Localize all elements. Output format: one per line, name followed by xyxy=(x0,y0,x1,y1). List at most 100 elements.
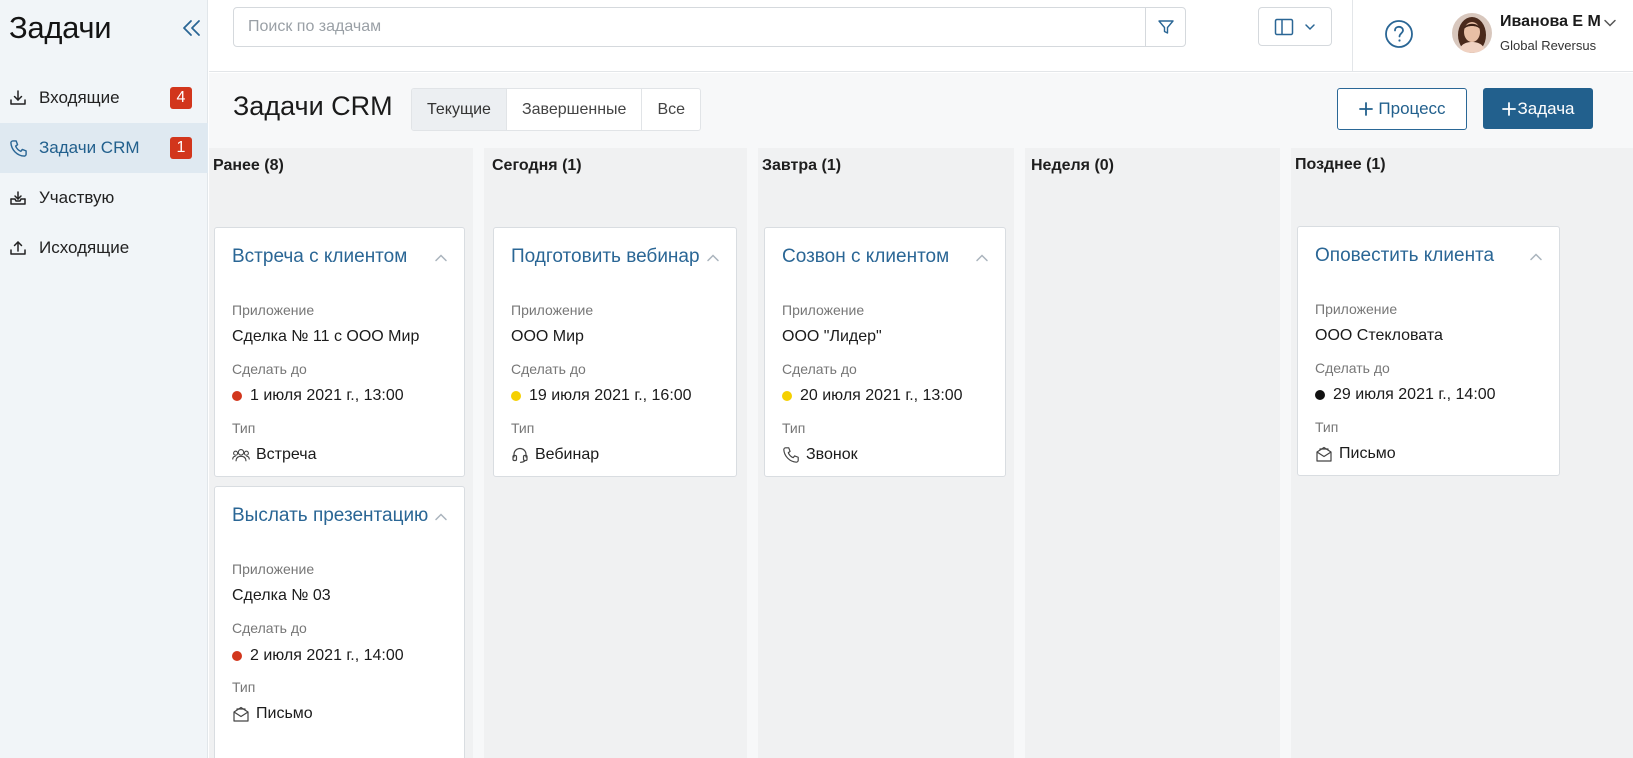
task-card[interactable]: Встреча с клиентом Приложение Сделка № 1… xyxy=(214,227,465,477)
tray-icon xyxy=(9,188,29,208)
sidebar: Задачи Входящие 4 Задачи CRM 1 Участвую … xyxy=(0,0,208,758)
column-earlier: Ранее (8) Встреча с клиентом Приложение … xyxy=(209,148,473,758)
inbox-download-icon xyxy=(9,88,29,108)
column-today: Сегодня (1) Подготовить вебинар Приложен… xyxy=(484,148,747,758)
type-label: Тип xyxy=(232,679,256,695)
headset-icon xyxy=(511,446,529,464)
app-value: Сделка № 03 xyxy=(232,587,331,604)
task-card[interactable]: Выслать презентацию Приложение Сделка № … xyxy=(214,486,465,758)
task-title[interactable]: Выслать презентацию xyxy=(232,505,428,527)
add-process-label: Процесс xyxy=(1378,99,1446,118)
phone-icon xyxy=(9,138,29,158)
chevron-up-icon xyxy=(1530,253,1542,261)
sidebar-item-label: Участвую xyxy=(39,188,115,207)
sidebar-title: Задачи xyxy=(9,10,112,45)
envelope-icon xyxy=(232,705,250,723)
chevron-up-icon xyxy=(976,254,988,262)
due-date: 19 июля 2021 г., 16:00 xyxy=(529,387,692,404)
type-text: Вебинар xyxy=(535,446,600,463)
sidebar-item-label: Исходящие xyxy=(39,238,130,257)
due-value: 20 июля 2021 г., 13:00 xyxy=(782,387,963,405)
columns-layout-icon xyxy=(1274,18,1294,35)
due-value: 29 июля 2021 г., 14:00 xyxy=(1315,386,1496,404)
sidebar-item-label: Задачи CRM xyxy=(39,138,140,157)
task-title[interactable]: Оповестить клиента xyxy=(1315,245,1494,267)
task-title[interactable]: Подготовить вебинар xyxy=(511,246,700,268)
column-later: Позднее (1) Оповестить клиента Приложени… xyxy=(1291,148,1633,758)
collapse-card-button[interactable] xyxy=(434,509,448,521)
type-label: Тип xyxy=(511,420,535,436)
avatar[interactable] xyxy=(1452,13,1492,53)
page-title: Задачи CRM xyxy=(233,91,393,121)
type-value: Звонок xyxy=(782,446,858,464)
column-title: Сегодня (1) xyxy=(492,157,582,174)
app-value: ООО Мир xyxy=(511,328,584,345)
due-label: Сделать до xyxy=(511,361,586,377)
chevron-up-icon xyxy=(435,254,447,262)
filter-button[interactable] xyxy=(1145,8,1185,46)
sidebar-item-crm-tasks[interactable]: Задачи CRM 1 xyxy=(0,123,208,173)
main-content: Задачи CRM Текущие Завершенные Все Проце… xyxy=(209,73,1633,758)
type-value: Письмо xyxy=(1315,445,1396,463)
type-text: Письмо xyxy=(1339,445,1396,462)
status-dot xyxy=(232,651,242,661)
count-badge: 4 xyxy=(170,87,192,109)
collapse-card-button[interactable] xyxy=(434,250,448,262)
search-input[interactable] xyxy=(234,8,1145,46)
phone-icon xyxy=(782,446,800,464)
column-title: Завтра (1) xyxy=(762,157,842,174)
people-icon xyxy=(232,446,250,464)
column-title: Позднее (1) xyxy=(1295,156,1386,173)
type-value: Вебинар xyxy=(511,446,599,464)
collapse-card-button[interactable] xyxy=(975,250,989,262)
due-date: 1 июля 2021 г., 13:00 xyxy=(250,387,404,404)
collapse-card-button[interactable] xyxy=(706,250,720,262)
tab-completed[interactable]: Завершенные xyxy=(507,89,643,130)
due-value: 19 июля 2021 г., 16:00 xyxy=(511,387,692,405)
sidebar-item-inbox[interactable]: Входящие 4 xyxy=(0,73,208,123)
due-label: Сделать до xyxy=(232,620,307,636)
app-value: Сделка № 11 с ООО Мир xyxy=(232,328,420,345)
task-card[interactable]: Подготовить вебинар Приложение ООО Мир С… xyxy=(493,227,737,477)
add-task-button[interactable]: Задача xyxy=(1483,88,1593,129)
app-root: Задачи Входящие 4 Задачи CRM 1 Участвую … xyxy=(0,0,1633,758)
user-name[interactable]: Иванова Е М xyxy=(1500,13,1601,31)
collapse-sidebar-button[interactable] xyxy=(180,16,204,40)
due-label: Сделать до xyxy=(1315,360,1390,376)
filter-icon xyxy=(1157,20,1174,34)
envelope-icon xyxy=(1315,445,1333,463)
due-date: 29 июля 2021 г., 14:00 xyxy=(1333,386,1496,403)
top-divider xyxy=(1352,0,1353,72)
due-date: 20 июля 2021 г., 13:00 xyxy=(800,387,963,404)
type-value: Встреча xyxy=(232,446,317,464)
app-label: Приложение xyxy=(1315,301,1398,317)
task-title[interactable]: Встреча с клиентом xyxy=(232,246,407,268)
column-title: Неделя (0) xyxy=(1031,157,1115,174)
add-process-button[interactable]: Процесс xyxy=(1337,88,1467,130)
tab-current[interactable]: Текущие xyxy=(412,89,507,130)
due-label: Сделать до xyxy=(232,361,307,377)
collapse-card-button[interactable] xyxy=(1529,249,1543,261)
app-value: ООО Стекловата xyxy=(1315,327,1443,344)
status-dot xyxy=(782,391,792,401)
task-title[interactable]: Созвон с клиентом xyxy=(782,246,949,268)
column-week: Неделя (0) xyxy=(1025,148,1280,758)
help-button[interactable] xyxy=(1384,19,1414,49)
tab-all[interactable]: Все xyxy=(642,89,700,130)
upload-icon xyxy=(9,238,29,258)
task-card[interactable]: Оповестить клиента Приложение ООО Стекло… xyxy=(1297,226,1560,476)
sidebar-item-outgoing[interactable]: Исходящие xyxy=(0,223,208,273)
chevron-up-icon xyxy=(435,513,447,521)
top-bar: Иванова Е М Global Reversus xyxy=(209,0,1633,72)
view-layout-dropdown[interactable] xyxy=(1258,7,1332,46)
user-company: Global Reversus xyxy=(1500,38,1597,53)
task-card[interactable]: Созвон с клиентом Приложение ООО "Лидер"… xyxy=(764,227,1006,477)
due-value: 1 июля 2021 г., 13:00 xyxy=(232,387,404,405)
type-text: Звонок xyxy=(806,446,858,463)
chevron-down-icon xyxy=(1305,23,1315,30)
sidebar-nav: Входящие 4 Задачи CRM 1 Участвую Исходящ… xyxy=(0,73,208,273)
user-menu-chevron[interactable] xyxy=(1603,16,1617,30)
add-task-label: Задача xyxy=(1517,98,1575,118)
sidebar-item-participating[interactable]: Участвую xyxy=(0,173,208,223)
app-label: Приложение xyxy=(782,302,865,318)
